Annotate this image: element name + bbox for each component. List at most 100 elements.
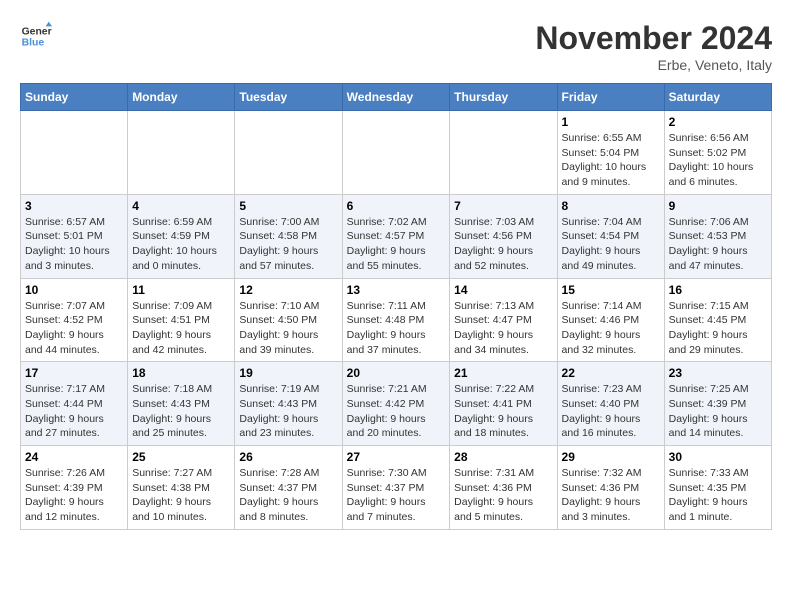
day-number: 22 (562, 366, 660, 380)
day-info: Sunrise: 7:21 AM Sunset: 4:42 PM Dayligh… (347, 382, 446, 441)
calendar-cell: 4 Sunrise: 6:59 AM Sunset: 4:59 PM Daylig… (128, 194, 235, 278)
page-header: General Blue November 2024 Erbe, Veneto,… (20, 20, 772, 73)
calendar-cell: 3 Sunrise: 6:57 AM Sunset: 5:01 PM Daylig… (21, 194, 128, 278)
calendar-cell: 19 Sunrise: 7:19 AM Sunset: 4:43 PM Dayli… (235, 362, 342, 446)
calendar-cell: 5Sunrise: 7:00 AM Sunset: 4:58 PM Daylig… (235, 194, 342, 278)
day-info: Sunrise: 7:19 AM Sunset: 4:43 PM Dayligh… (239, 382, 337, 441)
day-number: 27 (347, 450, 446, 464)
logo-icon: General Blue (20, 20, 52, 52)
calendar-cell (342, 111, 450, 195)
day-number: 8 (562, 199, 660, 213)
day-info: Sunrise: 7:30 AM Sunset: 4:37 PM Dayligh… (347, 466, 446, 525)
day-number: 15 (562, 283, 660, 297)
day-number: 16 (669, 283, 767, 297)
calendar-cell: 27 Sunrise: 7:30 AM Sunset: 4:37 PM Dayli… (342, 446, 450, 530)
column-header-monday: Monday (128, 84, 235, 111)
column-header-thursday: Thursday (450, 84, 557, 111)
day-number: 12 (239, 283, 337, 297)
calendar-cell: 7 Sunrise: 7:03 AM Sunset: 4:56 PM Daylig… (450, 194, 557, 278)
logo: General Blue (20, 20, 52, 52)
day-info: Sunrise: 7:17 AM Sunset: 4:44 PM Dayligh… (25, 382, 123, 441)
calendar-cell: 17 Sunrise: 7:17 AM Sunset: 4:44 PM Dayli… (21, 362, 128, 446)
day-info: Sunrise: 7:14 AM Sunset: 4:46 PM Dayligh… (562, 299, 660, 358)
day-info: Sunrise: 7:25 AM Sunset: 4:39 PM Dayligh… (669, 382, 767, 441)
column-header-wednesday: Wednesday (342, 84, 450, 111)
day-number: 24 (25, 450, 123, 464)
day-info: Sunrise: 7:27 AM Sunset: 4:38 PM Dayligh… (132, 466, 230, 525)
day-info: Sunrise: 7:02 AM Sunset: 4:57 PM Dayligh… (347, 215, 446, 274)
svg-text:General: General (22, 26, 52, 37)
day-info: Sunrise: 7:09 AM Sunset: 4:51 PM Dayligh… (132, 299, 230, 358)
day-info: Sunrise: 7:00 AM Sunset: 4:58 PM Dayligh… (239, 215, 337, 274)
day-number: 3 (25, 199, 123, 213)
day-info: Sunrise: 7:03 AM Sunset: 4:56 PM Dayligh… (454, 215, 552, 274)
day-number: 9 (669, 199, 767, 213)
calendar-cell: 14 Sunrise: 7:13 AM Sunset: 4:47 PM Dayli… (450, 278, 557, 362)
calendar-cell: 22 Sunrise: 7:23 AM Sunset: 4:40 PM Dayli… (557, 362, 664, 446)
calendar-cell: 6Sunrise: 7:02 AM Sunset: 4:57 PM Daylig… (342, 194, 450, 278)
day-number: 10 (25, 283, 123, 297)
calendar-cell: 12 Sunrise: 7:10 AM Sunset: 4:50 PM Dayli… (235, 278, 342, 362)
calendar-cell: 24 Sunrise: 7:26 AM Sunset: 4:39 PM Dayli… (21, 446, 128, 530)
calendar-cell: 30Sunrise: 7:33 AM Sunset: 4:35 PM Dayli… (664, 446, 771, 530)
calendar-table: SundayMondayTuesdayWednesdayThursdayFrid… (20, 83, 772, 530)
day-info: Sunrise: 7:11 AM Sunset: 4:48 PM Dayligh… (347, 299, 446, 358)
day-info: Sunrise: 7:26 AM Sunset: 4:39 PM Dayligh… (25, 466, 123, 525)
calendar-cell: 16Sunrise: 7:15 AM Sunset: 4:45 PM Dayli… (664, 278, 771, 362)
day-info: Sunrise: 7:10 AM Sunset: 4:50 PM Dayligh… (239, 299, 337, 358)
day-number: 4 (132, 199, 230, 213)
calendar-cell: 13 Sunrise: 7:11 AM Sunset: 4:48 PM Dayli… (342, 278, 450, 362)
day-info: Sunrise: 7:23 AM Sunset: 4:40 PM Dayligh… (562, 382, 660, 441)
column-header-friday: Friday (557, 84, 664, 111)
calendar-cell: 28 Sunrise: 7:31 AM Sunset: 4:36 PM Dayli… (450, 446, 557, 530)
day-info: Sunrise: 7:18 AM Sunset: 4:43 PM Dayligh… (132, 382, 230, 441)
calendar-cell: 18 Sunrise: 7:18 AM Sunset: 4:43 PM Dayli… (128, 362, 235, 446)
day-info: Sunrise: 6:57 AM Sunset: 5:01 PM Dayligh… (25, 215, 123, 274)
day-number: 7 (454, 199, 552, 213)
day-number: 26 (239, 450, 337, 464)
week-row: 17 Sunrise: 7:17 AM Sunset: 4:44 PM Dayli… (21, 362, 772, 446)
calendar-cell: 1 Sunrise: 6:55 AM Sunset: 5:04 PM Daylig… (557, 111, 664, 195)
calendar-cell (235, 111, 342, 195)
day-number: 13 (347, 283, 446, 297)
column-header-tuesday: Tuesday (235, 84, 342, 111)
day-number: 21 (454, 366, 552, 380)
day-info: Sunrise: 7:07 AM Sunset: 4:52 PM Dayligh… (25, 299, 123, 358)
calendar-cell: 29 Sunrise: 7:32 AM Sunset: 4:36 PM Dayli… (557, 446, 664, 530)
week-row: 24 Sunrise: 7:26 AM Sunset: 4:39 PM Dayli… (21, 446, 772, 530)
day-number: 29 (562, 450, 660, 464)
calendar-cell (450, 111, 557, 195)
location: Erbe, Veneto, Italy (535, 57, 772, 73)
day-number: 11 (132, 283, 230, 297)
calendar-cell: 23 Sunrise: 7:25 AM Sunset: 4:39 PM Dayli… (664, 362, 771, 446)
day-number: 18 (132, 366, 230, 380)
column-header-saturday: Saturday (664, 84, 771, 111)
calendar-cell: 21 Sunrise: 7:22 AM Sunset: 4:41 PM Dayli… (450, 362, 557, 446)
day-number: 1 (562, 115, 660, 129)
calendar-cell: 11 Sunrise: 7:09 AM Sunset: 4:51 PM Dayli… (128, 278, 235, 362)
day-number: 2 (669, 115, 767, 129)
day-info: Sunrise: 6:55 AM Sunset: 5:04 PM Dayligh… (562, 131, 660, 190)
day-number: 17 (25, 366, 123, 380)
week-row: 10 Sunrise: 7:07 AM Sunset: 4:52 PM Dayli… (21, 278, 772, 362)
calendar-cell: 9 Sunrise: 7:06 AM Sunset: 4:53 PM Daylig… (664, 194, 771, 278)
calendar-cell: 25Sunrise: 7:27 AM Sunset: 4:38 PM Dayli… (128, 446, 235, 530)
day-number: 19 (239, 366, 337, 380)
day-info: Sunrise: 7:13 AM Sunset: 4:47 PM Dayligh… (454, 299, 552, 358)
day-info: Sunrise: 7:28 AM Sunset: 4:37 PM Dayligh… (239, 466, 337, 525)
calendar-cell (21, 111, 128, 195)
day-info: Sunrise: 6:59 AM Sunset: 4:59 PM Dayligh… (132, 215, 230, 274)
day-info: Sunrise: 7:22 AM Sunset: 4:41 PM Dayligh… (454, 382, 552, 441)
day-info: Sunrise: 7:31 AM Sunset: 4:36 PM Dayligh… (454, 466, 552, 525)
day-number: 28 (454, 450, 552, 464)
calendar-cell (128, 111, 235, 195)
calendar-cell: 15 Sunrise: 7:14 AM Sunset: 4:46 PM Dayli… (557, 278, 664, 362)
day-number: 14 (454, 283, 552, 297)
day-info: Sunrise: 7:06 AM Sunset: 4:53 PM Dayligh… (669, 215, 767, 274)
day-number: 23 (669, 366, 767, 380)
column-header-sunday: Sunday (21, 84, 128, 111)
calendar-cell: 8Sunrise: 7:04 AM Sunset: 4:54 PM Daylig… (557, 194, 664, 278)
calendar-cell: 26 Sunrise: 7:28 AM Sunset: 4:37 PM Dayli… (235, 446, 342, 530)
day-info: Sunrise: 7:32 AM Sunset: 4:36 PM Dayligh… (562, 466, 660, 525)
month-title: November 2024 (535, 20, 772, 57)
